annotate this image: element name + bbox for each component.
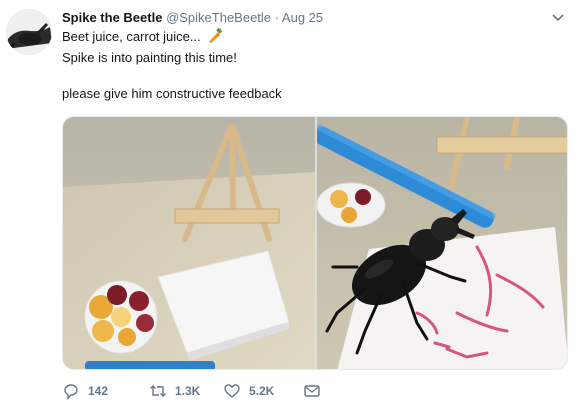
separator-dot: · [274, 10, 280, 25]
tweet-line: Beet juice, carrot juice... [62, 27, 562, 49]
tweet-date[interactable]: Aug 25 [282, 10, 323, 25]
avatar[interactable] [6, 9, 52, 55]
reply-icon [64, 384, 78, 400]
reply-count: 142 [88, 384, 109, 398]
retweet-count: 1.3K [175, 384, 201, 398]
envelope-icon [304, 385, 320, 397]
tweet-line-text: Beet juice, carrot juice... [62, 29, 201, 44]
direct-message-button[interactable] [303, 382, 321, 400]
author-name[interactable]: Spike the Beetle [62, 10, 162, 25]
tweet-line: Spike is into painting this time! [62, 50, 237, 65]
photo-beetle-painting[interactable] [313, 117, 567, 369]
tweet-text: Beet juice, carrot juice... Spike is int… [62, 27, 562, 103]
like-count: 5.2K [249, 384, 275, 398]
carrot-icon [207, 27, 223, 49]
media-grid[interactable] [62, 116, 568, 370]
tweet-line: please give him constructive feedback [62, 86, 282, 101]
photo-easel-canvas[interactable] [63, 117, 315, 369]
like-button[interactable]: 5.2K [223, 382, 274, 400]
reply-button[interactable]: 142 [62, 382, 108, 400]
author-handle[interactable]: @SpikeTheBeetle [166, 10, 271, 25]
retweet-icon [150, 385, 166, 397]
tweet-card[interactable]: Spike the Beetle @SpikeTheBeetle · Aug 2… [0, 0, 579, 415]
retweet-button[interactable]: 1.3K [149, 382, 200, 400]
heart-icon [224, 384, 240, 398]
tweet-header: Spike the Beetle @SpikeTheBeetle · Aug 2… [62, 10, 323, 25]
chevron-down-icon[interactable] [550, 10, 566, 26]
